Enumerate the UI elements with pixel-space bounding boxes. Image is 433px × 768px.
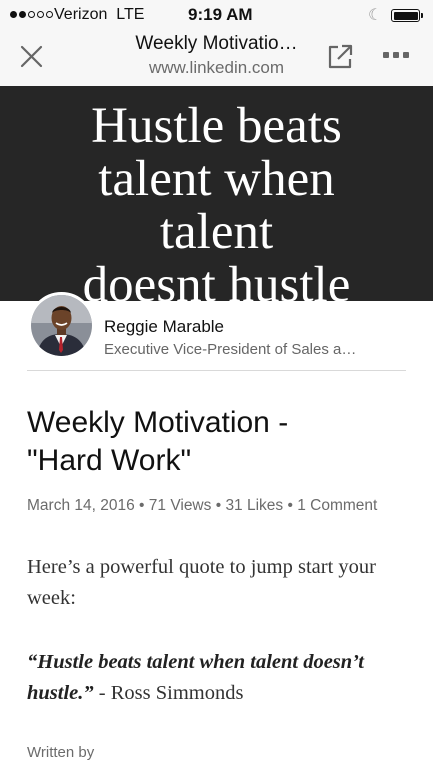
signal-strength-icon	[10, 11, 53, 18]
avatar-photo	[31, 295, 92, 356]
author-headline: Executive Vice-President of Sales a…	[104, 341, 357, 358]
quote-attribution: - Ross Simmonds	[93, 682, 244, 704]
hero-line-1: Hustle beats	[91, 98, 342, 154]
written-by-label: Written by	[27, 744, 95, 761]
author-name[interactable]: Reggie Marable	[104, 317, 224, 337]
meta-separator: •	[139, 497, 149, 514]
more-icon	[383, 52, 389, 58]
battery-tip	[421, 13, 423, 18]
article-meta: March 14, 2016 • 71 Views • 31 Likes • 1…	[27, 497, 377, 515]
close-button[interactable]	[17, 42, 47, 72]
article-title-line-1: Weekly Motivation -	[27, 406, 289, 439]
article-quote-paragraph: “Hustle beats talent when talent doesn’t…	[27, 647, 422, 709]
hero-quote-text: Hustle beats talent when talent doesnt h…	[0, 98, 433, 302]
page-title: Weekly Motivatio…	[135, 33, 298, 54]
hero-line-2: talent when	[98, 151, 335, 207]
views-count: 71 Views	[148, 497, 212, 514]
do-not-disturb-icon: ☾	[368, 7, 383, 24]
comments-count[interactable]: 1 Comment	[297, 497, 377, 514]
article-hero-image: Hustle beats talent when talent doesnt h…	[0, 86, 433, 301]
close-icon	[20, 45, 43, 68]
hero-line-3: talent	[159, 204, 274, 260]
carrier-name: Verizon	[54, 6, 108, 23]
divider	[27, 370, 406, 371]
more-options-button[interactable]	[383, 52, 409, 58]
author-avatar[interactable]	[28, 292, 95, 359]
article-intro-paragraph: Here’s a powerful quote to jump start yo…	[27, 556, 376, 609]
page-url: www.linkedin.com	[148, 58, 285, 77]
status-bar: Verizon LTE 9:19 AM ☾	[0, 0, 433, 30]
meta-separator: •	[215, 497, 226, 514]
open-external-icon	[328, 44, 353, 69]
article-title-line-2: "Hard Work"	[27, 444, 192, 477]
browser-nav-bar: Weekly Motivatio… www.linkedin.com	[0, 30, 433, 86]
carrier-label: Verizon LTE	[54, 6, 144, 24]
meta-separator: •	[287, 497, 298, 514]
status-time: 9:19 AM	[188, 5, 253, 24]
battery-icon	[391, 9, 420, 22]
publish-date: March 14, 2016	[27, 497, 135, 514]
likes-count[interactable]: 31 Likes	[225, 497, 283, 514]
network-type: LTE	[116, 6, 145, 23]
open-in-browser-button[interactable]	[326, 43, 354, 71]
article-title: Weekly Motivation - "Hard Work"	[27, 404, 407, 480]
